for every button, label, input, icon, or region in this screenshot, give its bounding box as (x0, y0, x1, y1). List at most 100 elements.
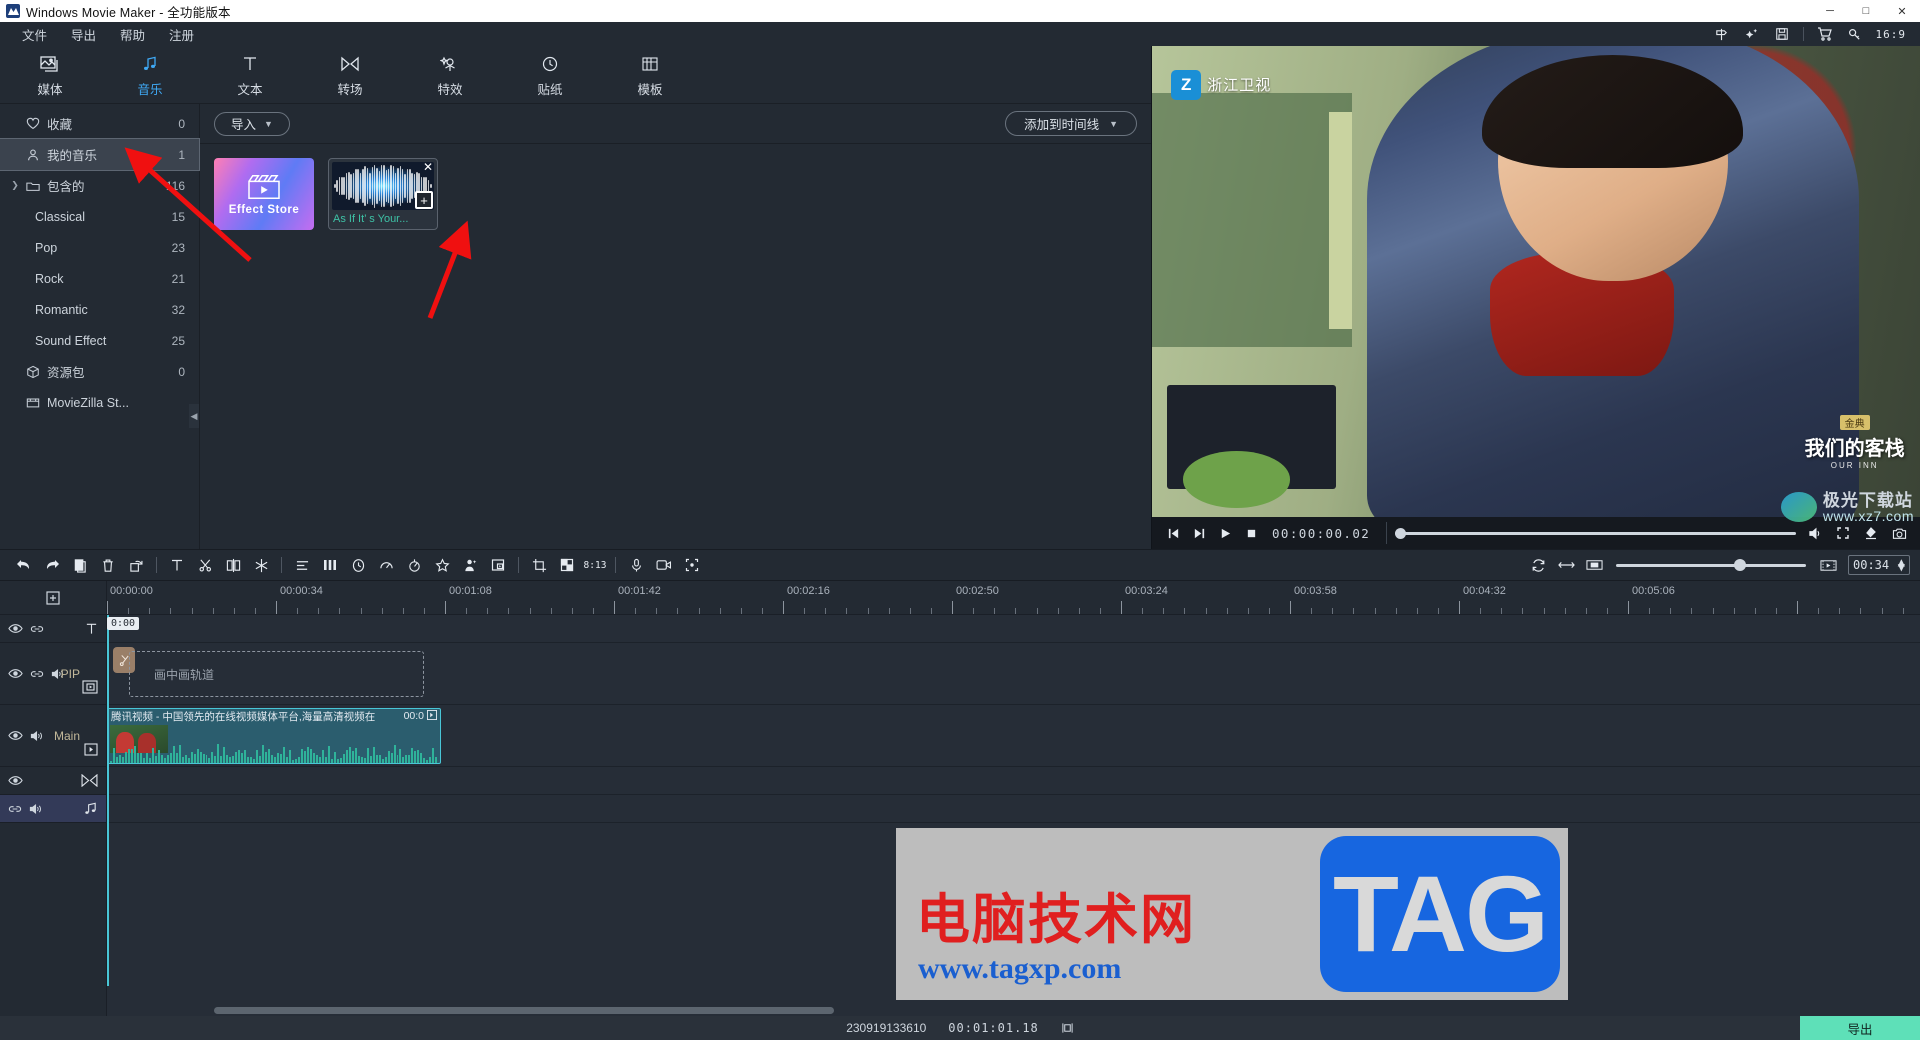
split-icon[interactable] (219, 551, 247, 579)
tree-item-moviezilla-store[interactable]: MovieZilla St... (0, 387, 199, 418)
play-icon[interactable] (1212, 517, 1238, 549)
timeline-hscrollbar[interactable] (214, 1004, 1920, 1016)
pip-icon[interactable] (484, 551, 512, 579)
tree-item-pop[interactable]: Pop 23 (0, 232, 199, 263)
heart-icon (22, 117, 44, 130)
seek-knob[interactable] (1395, 527, 1407, 539)
redo-icon[interactable] (38, 551, 66, 579)
tree-item-favorites[interactable]: 收藏 0 (0, 108, 199, 139)
mic-icon[interactable] (622, 551, 650, 579)
tree-item-romantic[interactable]: Romantic 32 (0, 294, 199, 325)
clip-waveform-bar (408, 755, 411, 763)
effect-store-tile[interactable]: Effect Store (214, 158, 314, 230)
speaker-icon[interactable] (30, 730, 44, 742)
pip-drop-placeholder[interactable]: 画中画轨道 (129, 651, 424, 697)
magic-star-icon[interactable] (1737, 22, 1767, 46)
text-t-icon (241, 52, 259, 76)
tree-item-resource-pack[interactable]: 资源包 0 (0, 356, 199, 387)
eye-icon[interactable] (8, 623, 23, 634)
lane-audio[interactable] (107, 795, 1920, 823)
fit-horizontal-icon[interactable] (1552, 551, 1580, 579)
zoom-knob[interactable] (1733, 559, 1746, 571)
tab-text[interactable]: 文本 (200, 46, 300, 104)
tab-transition[interactable]: 转场 (300, 46, 400, 104)
zoom-out-clip-icon[interactable] (1580, 551, 1608, 579)
crop-icon[interactable] (525, 551, 553, 579)
lane-pip[interactable]: 画中画轨道 (107, 643, 1920, 705)
timeline-playhead[interactable] (107, 615, 109, 986)
scissors-icon[interactable] (191, 551, 219, 579)
refresh-icon[interactable] (1524, 551, 1552, 579)
expand-clip-icon[interactable] (427, 709, 437, 723)
menu-help[interactable]: 帮助 (108, 23, 157, 46)
link-icon[interactable] (30, 668, 44, 680)
speed-icon[interactable] (372, 551, 400, 579)
add-to-timeline-button[interactable]: 添加到时间线 ▼ (1005, 111, 1137, 136)
add-icon[interactable]: + (415, 191, 433, 209)
stop-icon[interactable] (1238, 517, 1264, 549)
ruler-label: 00:03:24 (1125, 585, 1168, 597)
star-icon[interactable] (428, 551, 456, 579)
columns-icon[interactable] (316, 551, 344, 579)
timeline-hscrollbar-thumb[interactable] (214, 1006, 834, 1014)
link-icon[interactable] (30, 623, 44, 635)
person-mask-icon[interactable] (456, 551, 484, 579)
main-video-clip[interactable]: 腾讯视频 - 中国领先的在线视频媒体平台,海量高清视频在 00:0 (107, 708, 441, 764)
clock-icon[interactable] (344, 551, 372, 579)
store-icon (22, 396, 44, 409)
tree-item-my-music[interactable]: 我的音乐 1 (0, 138, 200, 171)
menu-export[interactable]: 导出 (59, 23, 108, 46)
tab-media[interactable]: 媒体 (0, 46, 100, 104)
chevron-right-icon[interactable]: ❯ (8, 180, 22, 191)
speaker-icon[interactable] (29, 803, 43, 815)
seek-slider[interactable] (1395, 517, 1796, 549)
clip-waveform-bar (339, 757, 342, 763)
ruler-minor-tick (191, 608, 193, 614)
clip-title-bar: 腾讯视频 - 中国领先的在线视频媒体平台,海量高清视频在 00:0 (108, 709, 440, 723)
tree-item-classical[interactable]: Classical 15 (0, 201, 199, 232)
zoom-slider[interactable] (1616, 551, 1806, 579)
clip-duration: 00:0 (403, 710, 424, 722)
next-frame-icon[interactable] (1186, 517, 1212, 549)
audio-clip-tile[interactable]: As If It’ s Your... ✕ + (328, 158, 438, 230)
delete-icon[interactable] (94, 551, 122, 579)
lane-transition[interactable] (107, 767, 1920, 795)
ratio-label[interactable]: 8:13 (581, 551, 609, 579)
lane-main[interactable]: 腾讯视频 - 中国领先的在线视频媒体平台,海量高清视频在 00:0 (107, 705, 1920, 767)
text-icon[interactable] (163, 551, 191, 579)
lane-text[interactable] (107, 615, 1920, 643)
pip-overlay-icon[interactable] (553, 551, 581, 579)
menu-file[interactable]: 文件 (10, 23, 59, 46)
add-track-button[interactable] (0, 581, 107, 614)
rotate-icon[interactable] (122, 551, 150, 579)
fit-icon[interactable] (678, 551, 706, 579)
copy-icon[interactable] (66, 551, 94, 579)
tree-item-rock[interactable]: Rock 21 (0, 263, 199, 294)
eye-icon[interactable] (8, 668, 23, 679)
align-icon[interactable] (288, 551, 316, 579)
eye-icon[interactable] (8, 730, 23, 741)
pip-icon (82, 680, 98, 694)
tree-item-included[interactable]: ❯ 包含的 116 (0, 170, 199, 201)
tab-effects[interactable]: 特效 (400, 46, 500, 104)
timeline-ruler[interactable]: 00:00:00 00:00:34 00:01:08 00:01:42 00:02:16… (107, 581, 1920, 614)
link-icon[interactable] (8, 803, 22, 815)
video-scene-board (1152, 93, 1352, 348)
freeze-icon[interactable] (247, 551, 275, 579)
prev-frame-icon[interactable] (1160, 517, 1186, 549)
mask-icon[interactable] (400, 551, 428, 579)
tab-music[interactable]: 音乐 (100, 46, 200, 104)
menu-register[interactable]: 注册 (157, 23, 206, 46)
record-icon[interactable] (650, 551, 678, 579)
clip-waveform-bar (166, 754, 169, 763)
tree-item-sound-effect[interactable]: Sound Effect 25 (0, 325, 199, 356)
tree-collapse-handle[interactable]: ◀ (189, 404, 199, 428)
eye-icon[interactable] (8, 775, 23, 786)
undo-icon[interactable] (10, 551, 38, 579)
import-button[interactable]: 导入 ▼ (214, 111, 290, 136)
tab-sticker[interactable]: 贴纸 (500, 46, 600, 104)
close-icon[interactable]: ✕ (423, 161, 433, 173)
waveform-bar (359, 173, 362, 199)
tab-template[interactable]: 模板 (600, 46, 700, 104)
signpost-icon[interactable] (1707, 22, 1737, 46)
